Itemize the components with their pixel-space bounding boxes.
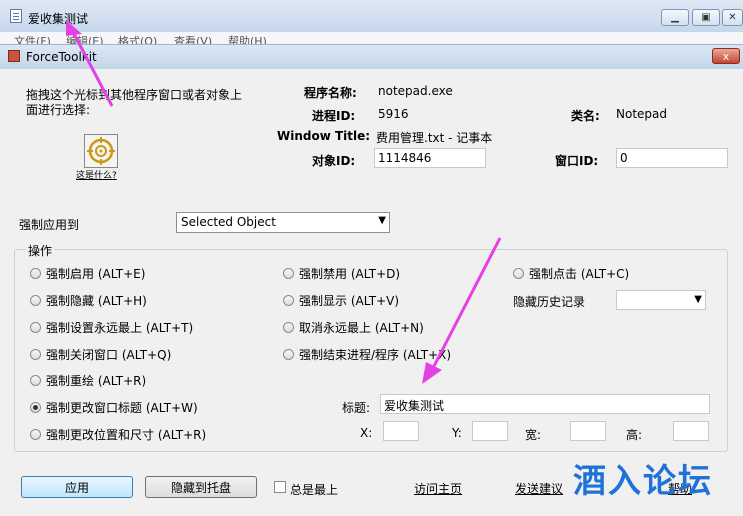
width-label: 宽:	[525, 428, 542, 442]
radio-change-title[interactable]: 强制更改窗口标题 (ALT+W)	[30, 399, 198, 416]
dialog-titlebar	[0, 44, 743, 70]
what-is-this-link[interactable]: 这是什么?	[76, 168, 117, 181]
class-name-value: Notepad	[616, 107, 667, 121]
process-id-value: 5916	[378, 107, 409, 121]
notepad-close-button[interactable]: ✕	[722, 9, 743, 26]
window-id-field[interactable]: 0	[616, 148, 728, 168]
radio-force-close[interactable]: 强制关闭窗口 (ALT+Q)	[30, 346, 171, 363]
notepad-titlebar	[0, 0, 743, 33]
drag-instruction-line2: 面进行选择:	[26, 103, 91, 117]
hide-to-tray-button[interactable]: 隐藏到托盘	[145, 476, 257, 498]
radio-kill-process[interactable]: 强制结束进程/程序 (ALT+X)	[283, 346, 451, 363]
radio-dot	[283, 322, 294, 333]
title-label: 标题:	[342, 401, 371, 415]
watermark-logo: 酒入论坛	[573, 461, 713, 500]
window-title-label: Window Title:	[277, 129, 371, 143]
radio-label: 强制关闭窗口 (ALT+Q)	[46, 348, 172, 362]
apply-to-selected: Selected Object	[181, 215, 276, 229]
radio-label: 取消永远最上 (ALT+N)	[299, 321, 424, 335]
radio-force-redraw[interactable]: 强制重绘 (ALT+R)	[30, 372, 146, 389]
notepad-icon	[10, 9, 22, 23]
radio-label: 强制启用 (ALT+E)	[46, 267, 146, 281]
radio-label: 强制显示 (ALT+V)	[299, 294, 400, 308]
window-title-value: 费用管理.txt - 记事本	[376, 131, 493, 145]
height-input[interactable]	[673, 421, 709, 441]
title-input[interactable]: 爱收集测试	[380, 394, 710, 414]
radio-label: 强制更改位置和尺寸 (ALT+R)	[46, 428, 207, 442]
radio-label: 强制设置永远最上 (ALT+T)	[46, 321, 194, 335]
send-feedback-link[interactable]: 发送建议	[515, 480, 563, 497]
radio-dot	[30, 322, 41, 333]
radio-force-click[interactable]: 强制点击 (ALT+C)	[513, 265, 629, 282]
object-id-label: 对象ID:	[312, 154, 356, 168]
radio-dot	[283, 295, 294, 306]
operations-title: 操作	[26, 242, 55, 259]
radio-cancel-topmost[interactable]: 取消永远最上 (ALT+N)	[283, 319, 424, 336]
radio-label: 强制结束进程/程序 (ALT+X)	[299, 348, 452, 362]
radio-dot-selected	[30, 402, 41, 413]
window-id-label: 窗口ID:	[555, 154, 599, 168]
y-input[interactable]	[472, 421, 508, 441]
apply-button[interactable]: 应用	[21, 476, 133, 498]
object-id-field[interactable]: 1114846	[374, 148, 486, 168]
x-input[interactable]	[383, 421, 419, 441]
radio-change-position-size[interactable]: 强制更改位置和尺寸 (ALT+R)	[30, 426, 206, 443]
minimize-icon: ▁	[671, 12, 679, 23]
radio-force-disable[interactable]: 强制禁用 (ALT+D)	[283, 265, 400, 282]
radio-force-enable[interactable]: 强制启用 (ALT+E)	[30, 265, 145, 282]
class-name-label: 类名:	[571, 109, 600, 123]
notepad-title: 爱收集测试	[28, 12, 89, 26]
close-icon: ✕	[728, 12, 737, 23]
radio-dot	[30, 295, 41, 306]
radio-dot	[30, 349, 41, 360]
radio-dot	[30, 429, 41, 440]
chevron-down-icon: ▼	[694, 294, 702, 305]
apply-to-label: 强制应用到	[19, 218, 80, 232]
dialog-title: ForceToolkit	[26, 50, 97, 64]
x-label: X:	[360, 426, 373, 440]
drag-crosshair-target[interactable]	[84, 134, 118, 168]
app-icon	[8, 50, 20, 62]
radio-label: 强制更改窗口标题 (ALT+W)	[46, 401, 198, 415]
dialog-close-button[interactable]: x	[712, 48, 740, 64]
radio-label: 强制点击 (ALT+C)	[529, 267, 630, 281]
hide-history-label: 隐藏历史记录	[513, 295, 586, 309]
y-label: Y:	[452, 426, 462, 440]
height-label: 高:	[626, 428, 643, 442]
radio-force-show[interactable]: 强制显示 (ALT+V)	[283, 292, 399, 309]
radio-dot	[30, 375, 41, 386]
radio-dot	[30, 268, 41, 279]
always-on-top-label: 总是最上	[290, 483, 339, 497]
program-name-value: notepad.exe	[378, 84, 453, 98]
always-on-top-checkbox[interactable]	[274, 481, 286, 493]
minimize-button[interactable]: ▁	[661, 9, 689, 26]
radio-dot	[283, 268, 294, 279]
maximize-button[interactable]: ▣	[692, 9, 720, 26]
radio-force-topmost[interactable]: 强制设置永远最上 (ALT+T)	[30, 319, 193, 336]
process-id-label: 进程ID:	[312, 109, 356, 123]
program-name-label: 程序名称:	[304, 86, 357, 100]
radio-dot	[283, 349, 294, 360]
history-select[interactable]: ▼	[616, 290, 706, 310]
radio-label: 强制禁用 (ALT+D)	[299, 267, 401, 281]
apply-to-select[interactable]: Selected Object ▼	[176, 212, 390, 233]
radio-force-hide[interactable]: 强制隐藏 (ALT+H)	[30, 292, 147, 309]
width-input[interactable]	[570, 421, 606, 441]
radio-label: 强制隐藏 (ALT+H)	[46, 294, 147, 308]
maximize-icon: ▣	[701, 12, 711, 23]
visit-homepage-link[interactable]: 访问主页	[414, 480, 462, 497]
radio-label: 强制重绘 (ALT+R)	[46, 374, 147, 388]
radio-dot	[513, 268, 524, 279]
crosshair-icon	[87, 137, 115, 165]
chevron-down-icon: ▼	[378, 215, 386, 226]
